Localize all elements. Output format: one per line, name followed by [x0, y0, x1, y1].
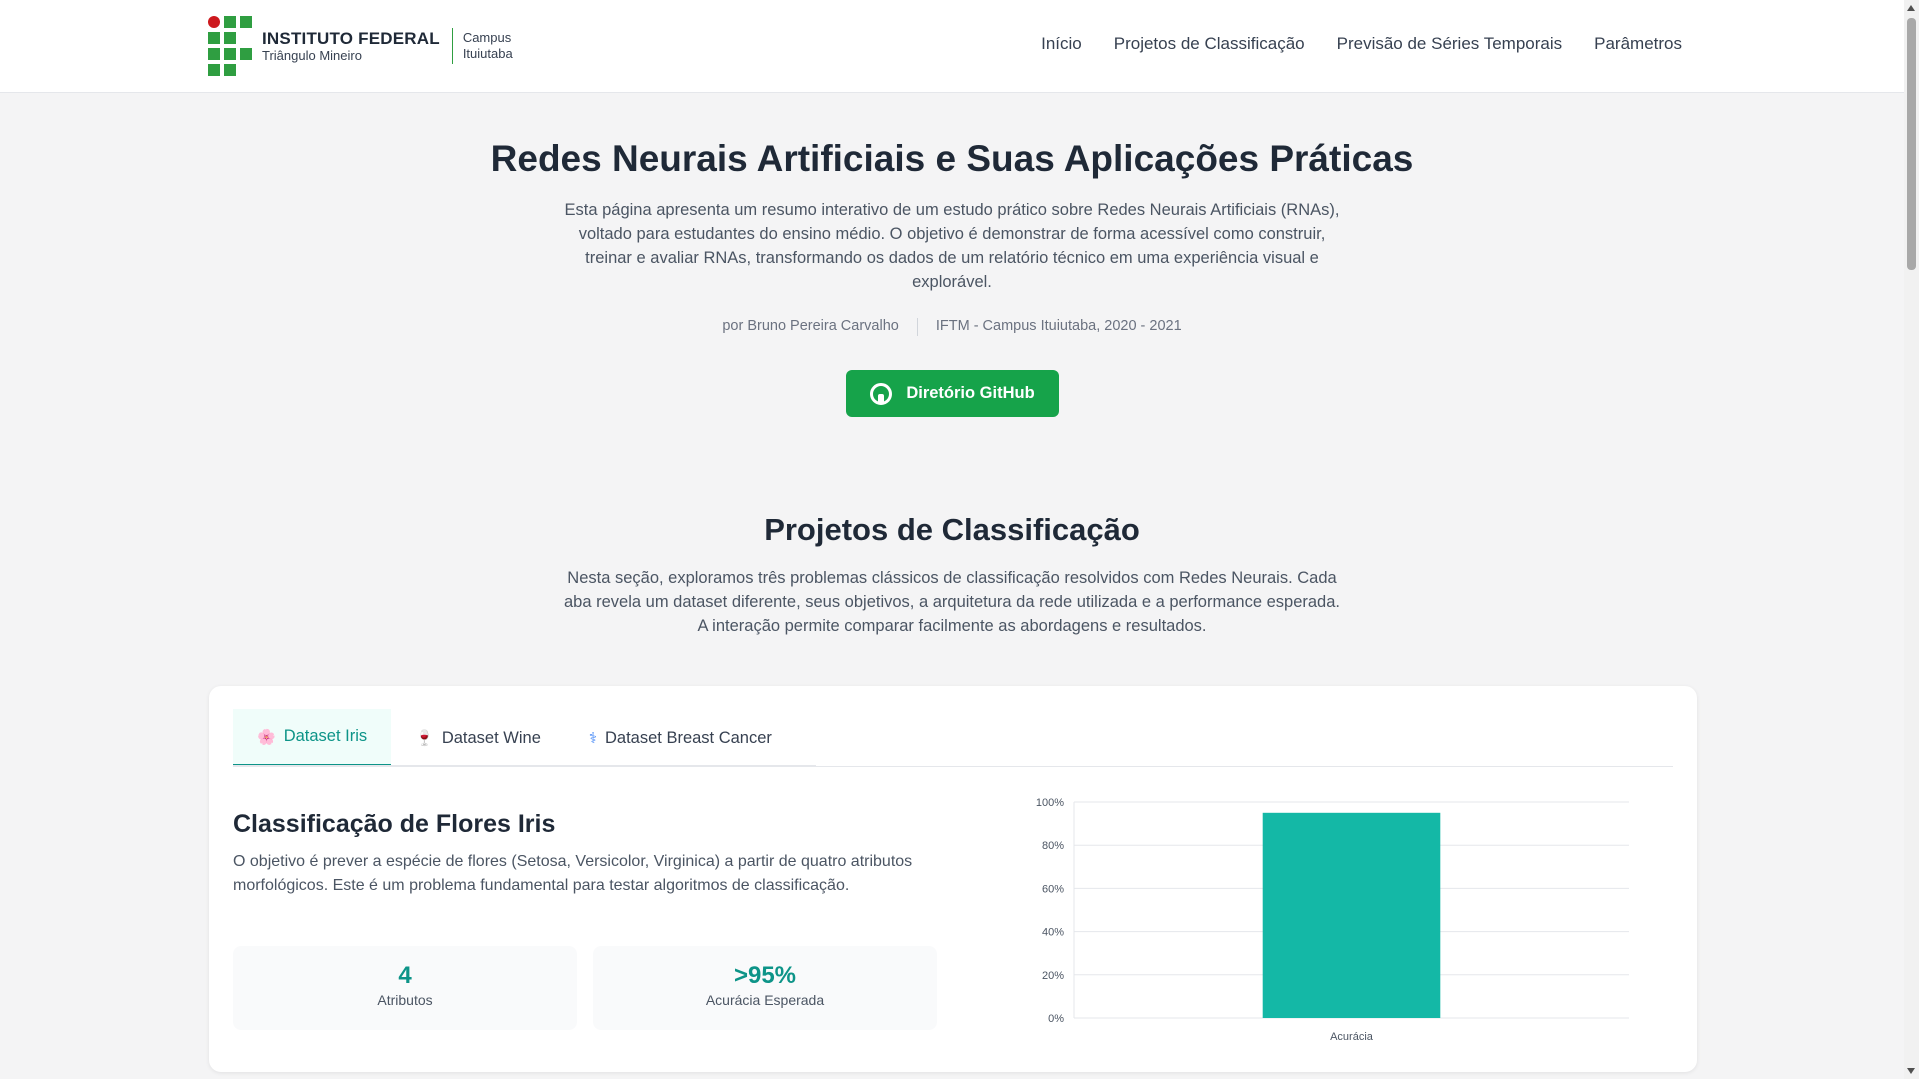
wine-glass-icon: 🍷	[415, 730, 434, 747]
author: por Bruno Pereira Carvalho	[722, 318, 899, 334]
dataset-card: 🌸 Dataset Iris 🍷 Dataset Wine ⚕ Dataset …	[209, 686, 1697, 1072]
dataset-tabs: 🌸 Dataset Iris 🍷 Dataset Wine ⚕ Dataset …	[233, 709, 1673, 767]
logo-campus: Campus Ituiutaba	[463, 30, 513, 62]
github-icon	[870, 382, 893, 405]
bar-acurácia	[1262, 812, 1441, 1018]
tabs-underline	[233, 765, 816, 767]
flower-icon: 🌸	[257, 728, 276, 746]
accuracy-bar-chart: 0% 20% 40% 60% 80% 100% Acurácia	[1036, 797, 1629, 1043]
y-tick-label: 0%	[1048, 1013, 1064, 1025]
section-title: Projetos de Classificação	[764, 512, 1140, 547]
logo-text: INSTITUTO FEDERAL Triângulo Mineiro	[262, 29, 440, 63]
tab-wine[interactable]: 🍷 Dataset Wine	[391, 709, 565, 767]
medical-icon: ⚕	[588, 730, 597, 747]
hero-meta: por Bruno Pereira Carvalho IFTM - Campus…	[0, 318, 1904, 336]
hero-description: Esta página apresenta um resumo interati…	[564, 201, 1340, 291]
y-tick-label: 100%	[1036, 797, 1064, 809]
tab-breast-cancer-label: Dataset Breast Cancer	[605, 728, 772, 747]
stat-value: >95%	[733, 962, 797, 989]
nav-link-previsao[interactable]: Previsão de Séries Temporais	[1337, 34, 1563, 54]
scroll-thumb[interactable]	[1907, 18, 1916, 270]
main-nav: Início Projetos de Classificação Previsã…	[1041, 34, 1682, 54]
nav-link-inicio[interactable]: Início	[1041, 34, 1082, 54]
y-tick-label: 60%	[1042, 883, 1064, 895]
logo-name: INSTITUTO FEDERAL	[262, 29, 440, 48]
tab-breast-cancer[interactable]: ⚕ Dataset Breast Cancer	[565, 709, 796, 767]
logo-subtitle: Triângulo Mineiro	[262, 48, 362, 63]
logo-divider	[451, 28, 453, 64]
scroll-up-arrow-icon[interactable]	[1907, 5, 1915, 11]
tab-iris-label: Dataset Iris	[283, 727, 368, 745]
stat-label: Acurácia Esperada	[705, 992, 825, 1008]
page-title: Redes Neurais Artificiais e Suas Aplicaç…	[490, 138, 1414, 179]
y-tick-label: 40%	[1042, 927, 1064, 939]
stat-card-attributes: 4 Atributos	[233, 946, 577, 1030]
github-button-label: Diretório GitHub	[906, 384, 1035, 402]
institution-logo[interactable]: INSTITUTO FEDERAL Triângulo Mineiro Camp…	[208, 16, 513, 76]
stat-value: 4	[398, 962, 412, 989]
panel-title: Classificação de Flores Iris	[233, 810, 556, 838]
nav-link-projetos[interactable]: Projetos de Classificação	[1114, 34, 1305, 54]
logo-grid-icon	[208, 16, 254, 76]
meta-divider	[916, 318, 918, 336]
tab-wine-label: Dataset Wine	[441, 728, 541, 747]
stat-label: Atributos	[377, 992, 433, 1008]
site-header: INSTITUTO FEDERAL Triângulo Mineiro Camp…	[0, 0, 1904, 93]
nav-link-parametros[interactable]: Parâmetros	[1594, 34, 1682, 54]
x-tick-label: Acurácia	[1330, 1031, 1374, 1043]
y-tick-label: 20%	[1042, 970, 1064, 982]
y-tick-label: 80%	[1042, 840, 1064, 852]
tab-iris[interactable]: 🌸 Dataset Iris	[233, 709, 392, 767]
campus-name: Ituiutaba	[462, 46, 513, 61]
section-description: Nesta seção, exploramos três problemas c…	[564, 569, 1340, 635]
scroll-down-arrow-icon[interactable]	[1907, 1068, 1915, 1074]
campus-label: Campus	[462, 30, 512, 45]
github-button[interactable]: Diretório GitHub	[846, 370, 1059, 417]
page-scrollbar[interactable]	[1904, 0, 1919, 1079]
stat-card-accuracy: >95% Acurácia Esperada	[593, 946, 937, 1030]
panel-description: O objetivo é prever a espécie de flores …	[233, 853, 913, 894]
institution: IFTM - Campus Ituiutaba, 2020 - 2021	[935, 318, 1182, 334]
